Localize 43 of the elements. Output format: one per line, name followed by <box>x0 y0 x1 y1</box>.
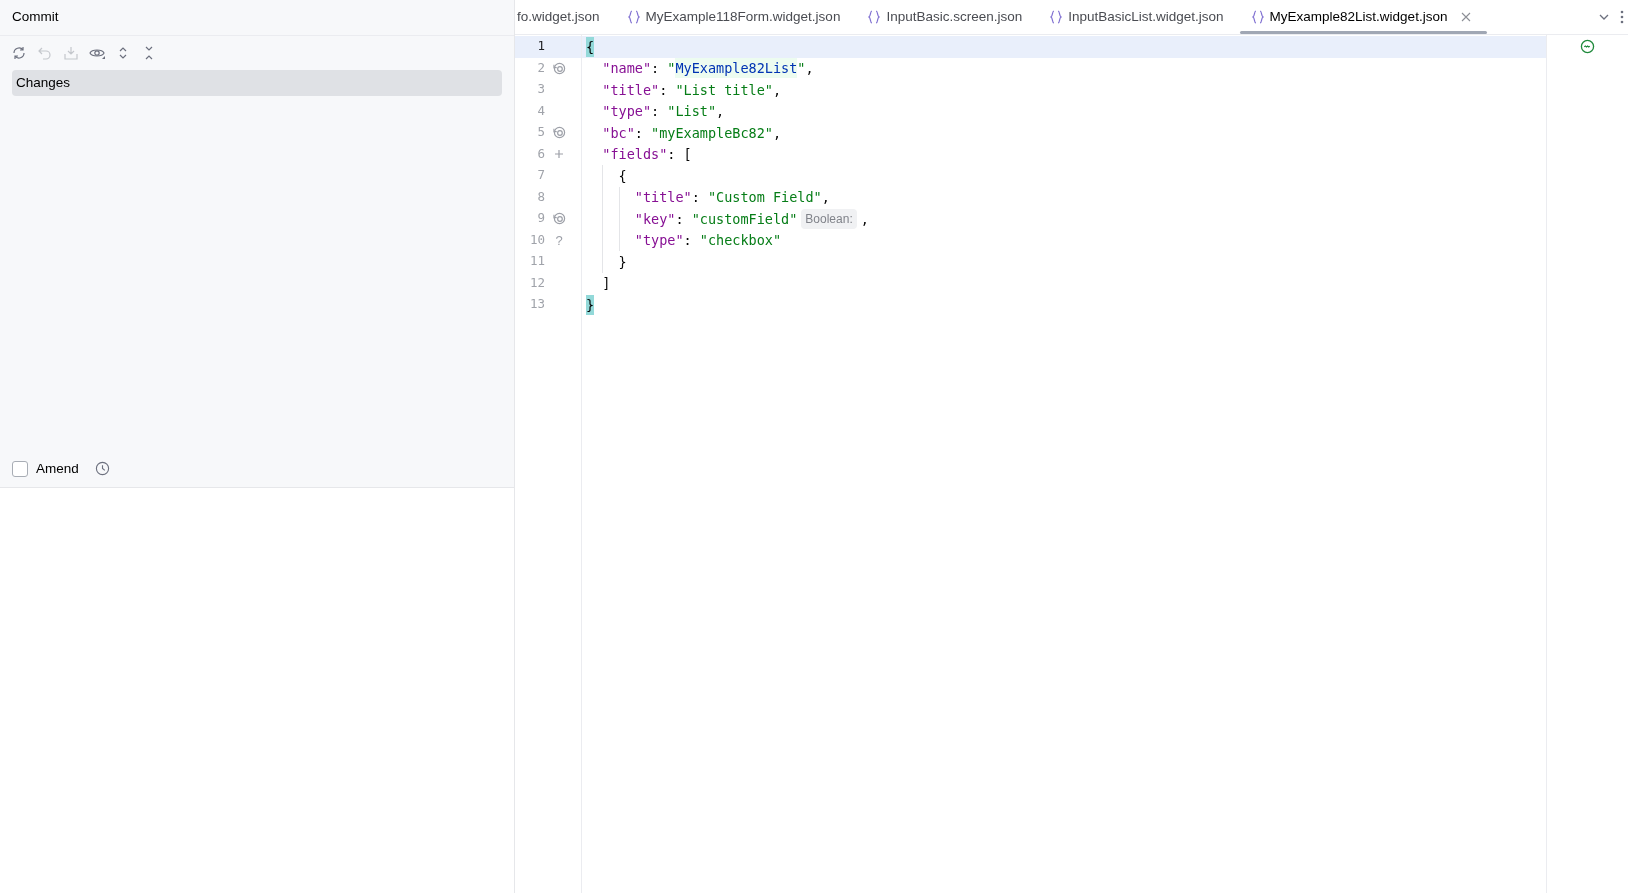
refresh-icon[interactable] <box>10 44 28 62</box>
editor-tab[interactable]: InputBasicList.widget.json <box>1038 0 1240 34</box>
code-line: "type": "List", <box>601 102 726 122</box>
globe-icon[interactable] <box>551 210 567 227</box>
line-number: 10 <box>528 230 545 249</box>
code-line: { <box>582 165 1546 187</box>
more-icon[interactable] <box>1620 10 1624 24</box>
line-number: 13 <box>528 295 545 314</box>
editor-tab[interactable]: InputBasic.screen.json <box>856 0 1039 34</box>
json-file-icon <box>1251 10 1264 24</box>
line-number: 6 <box>536 144 545 163</box>
json-file-icon <box>868 10 881 24</box>
line-number: 5 <box>536 123 545 142</box>
line-number: 12 <box>528 273 545 292</box>
json-file-icon <box>1050 10 1063 24</box>
line-number: 3 <box>536 80 545 99</box>
line-number: 7 <box>536 166 545 185</box>
code-line: } <box>582 251 1546 273</box>
code-line: ] <box>601 274 612 294</box>
line-number: 9 <box>536 209 545 228</box>
editor-tab[interactable]: fo.widget.json <box>515 0 616 34</box>
editor-tab[interactable]: MyExample118Form.widget.json <box>615 0 857 34</box>
line-number: 4 <box>536 101 545 120</box>
editor-tab[interactable]: MyExample82List.widget.json <box>1239 0 1488 34</box>
type-hint: Boolean: <box>801 208 857 229</box>
code-line: "bc": "myExampleBc82", <box>601 123 783 143</box>
line-number: 8 <box>536 187 545 206</box>
checkbox-label[interactable]: Amend <box>36 458 79 479</box>
clock-icon[interactable] <box>94 461 110 477</box>
code-line: "title": "List title", <box>601 80 783 100</box>
globe-icon[interactable] <box>551 124 567 141</box>
code-line: "type": "checkbox" <box>582 229 1546 251</box>
line-number: 11 <box>528 252 545 271</box>
code-line: "title": "Custom Field", <box>582 186 1546 208</box>
line-number: 2 <box>536 58 545 77</box>
code-line: "fields": [ <box>601 145 693 165</box>
json-file-icon <box>627 10 640 24</box>
tree-item[interactable]: Changes <box>12 70 502 97</box>
panel-title: Commit <box>12 8 59 27</box>
code-line: "key": "customField" Boolean: , <box>582 208 1546 230</box>
checkbox[interactable] <box>12 460 28 477</box>
close-icon[interactable] <box>1461 12 1472 22</box>
globe-icon[interactable] <box>551 60 567 77</box>
